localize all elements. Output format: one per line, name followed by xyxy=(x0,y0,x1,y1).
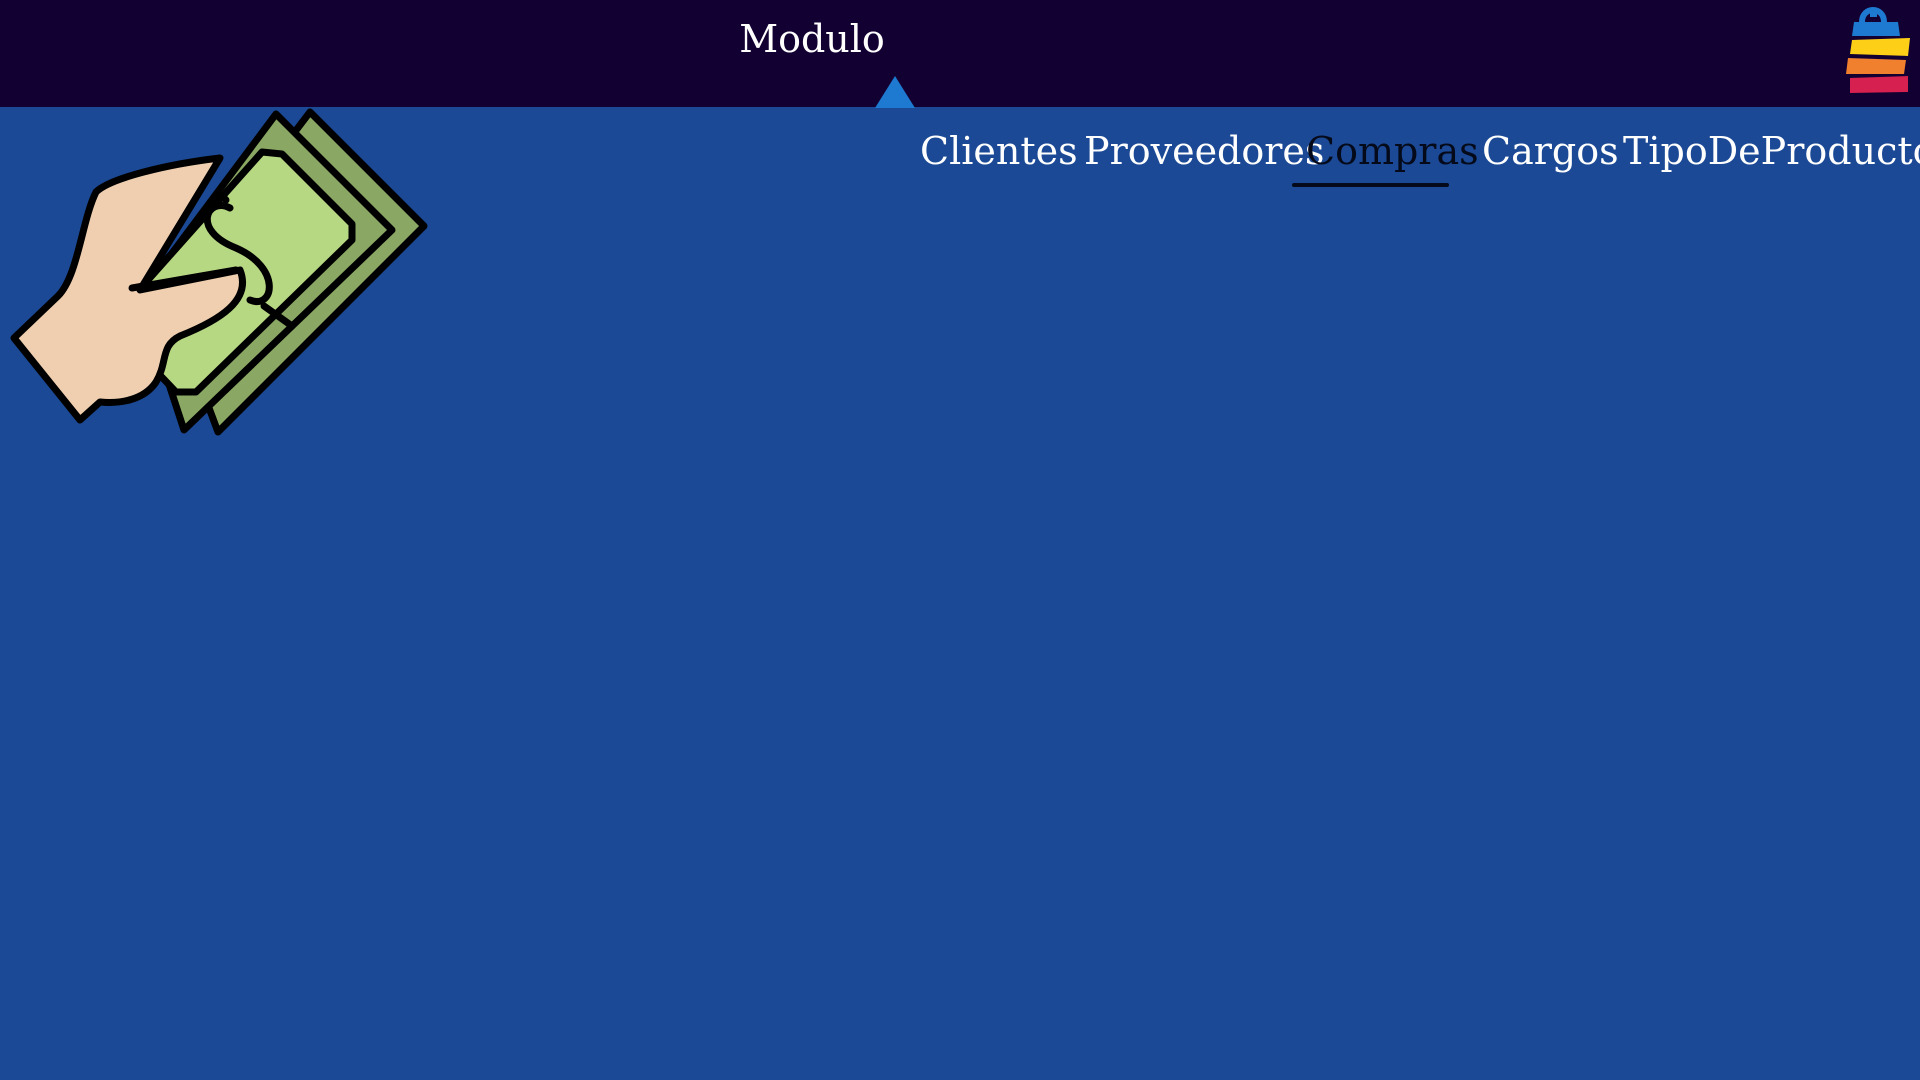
shopping-bag-icon xyxy=(1846,7,1910,93)
tab-tipodeproducto[interactable]: TipoDeProducto xyxy=(1623,123,1920,179)
module-caret-icon[interactable] xyxy=(875,76,915,108)
tab-compras[interactable]: Compras xyxy=(1306,123,1479,179)
active-tab-underline xyxy=(1292,183,1449,187)
tab-clientes[interactable]: Clientes xyxy=(920,123,1078,179)
top-bar: Modulo xyxy=(0,0,1920,108)
tab-proveedores[interactable]: Proveedores xyxy=(1084,123,1324,179)
hand-holding-money-icon xyxy=(10,108,428,436)
module-menu-button[interactable]: Modulo xyxy=(720,14,904,64)
tab-cargos[interactable]: Cargos xyxy=(1482,123,1619,179)
